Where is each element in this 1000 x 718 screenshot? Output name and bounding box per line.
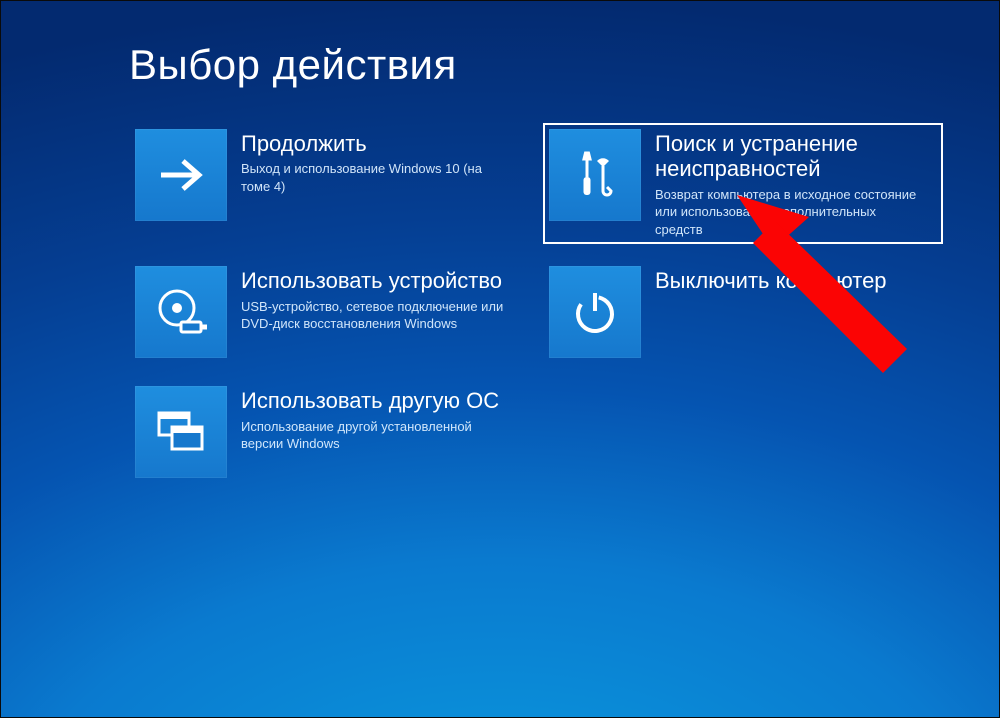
options-grid: Продолжить Выход и использование Windows… — [129, 123, 999, 484]
arrow-right-icon — [135, 129, 227, 221]
disc-usb-icon — [135, 266, 227, 358]
page-title: Выбор действия — [129, 41, 999, 89]
option-continue-desc: Выход и использование Windows 10 (на том… — [241, 160, 511, 195]
option-other-os-title: Использовать другую ОС — [241, 388, 511, 413]
option-use-device-desc: USB-устройство, сетевое подключение или … — [241, 298, 511, 333]
power-icon — [549, 266, 641, 358]
option-troubleshoot-text: Поиск и устранение неисправностей Возвра… — [655, 129, 925, 238]
windows-stack-icon — [135, 386, 227, 478]
option-continue-title: Продолжить — [241, 131, 511, 156]
option-shutdown-text: Выключить компьютер — [655, 266, 887, 297]
option-other-os[interactable]: Использовать другую ОС Использование дру… — [129, 380, 529, 484]
tools-icon — [549, 129, 641, 221]
option-continue-text: Продолжить Выход и использование Windows… — [241, 129, 511, 195]
option-other-os-text: Использовать другую ОС Использование дру… — [241, 386, 511, 452]
choose-option-screen: Выбор действия Продолжить Выход и исполь… — [1, 1, 999, 717]
option-use-device-text: Использовать устройство USB-устройство, … — [241, 266, 511, 332]
option-shutdown[interactable]: Выключить компьютер — [543, 260, 943, 364]
option-troubleshoot-desc: Возврат компьютера в исходное состояние … — [655, 186, 925, 239]
option-troubleshoot[interactable]: Поиск и устранение неисправностей Возвра… — [543, 123, 943, 244]
option-shutdown-title: Выключить компьютер — [655, 268, 887, 293]
option-use-device-title: Использовать устройство — [241, 268, 511, 293]
option-use-device[interactable]: Использовать устройство USB-устройство, … — [129, 260, 529, 364]
option-troubleshoot-title: Поиск и устранение неисправностей — [655, 131, 925, 182]
option-other-os-desc: Использование другой установленной верси… — [241, 418, 511, 453]
option-continue[interactable]: Продолжить Выход и использование Windows… — [129, 123, 529, 227]
